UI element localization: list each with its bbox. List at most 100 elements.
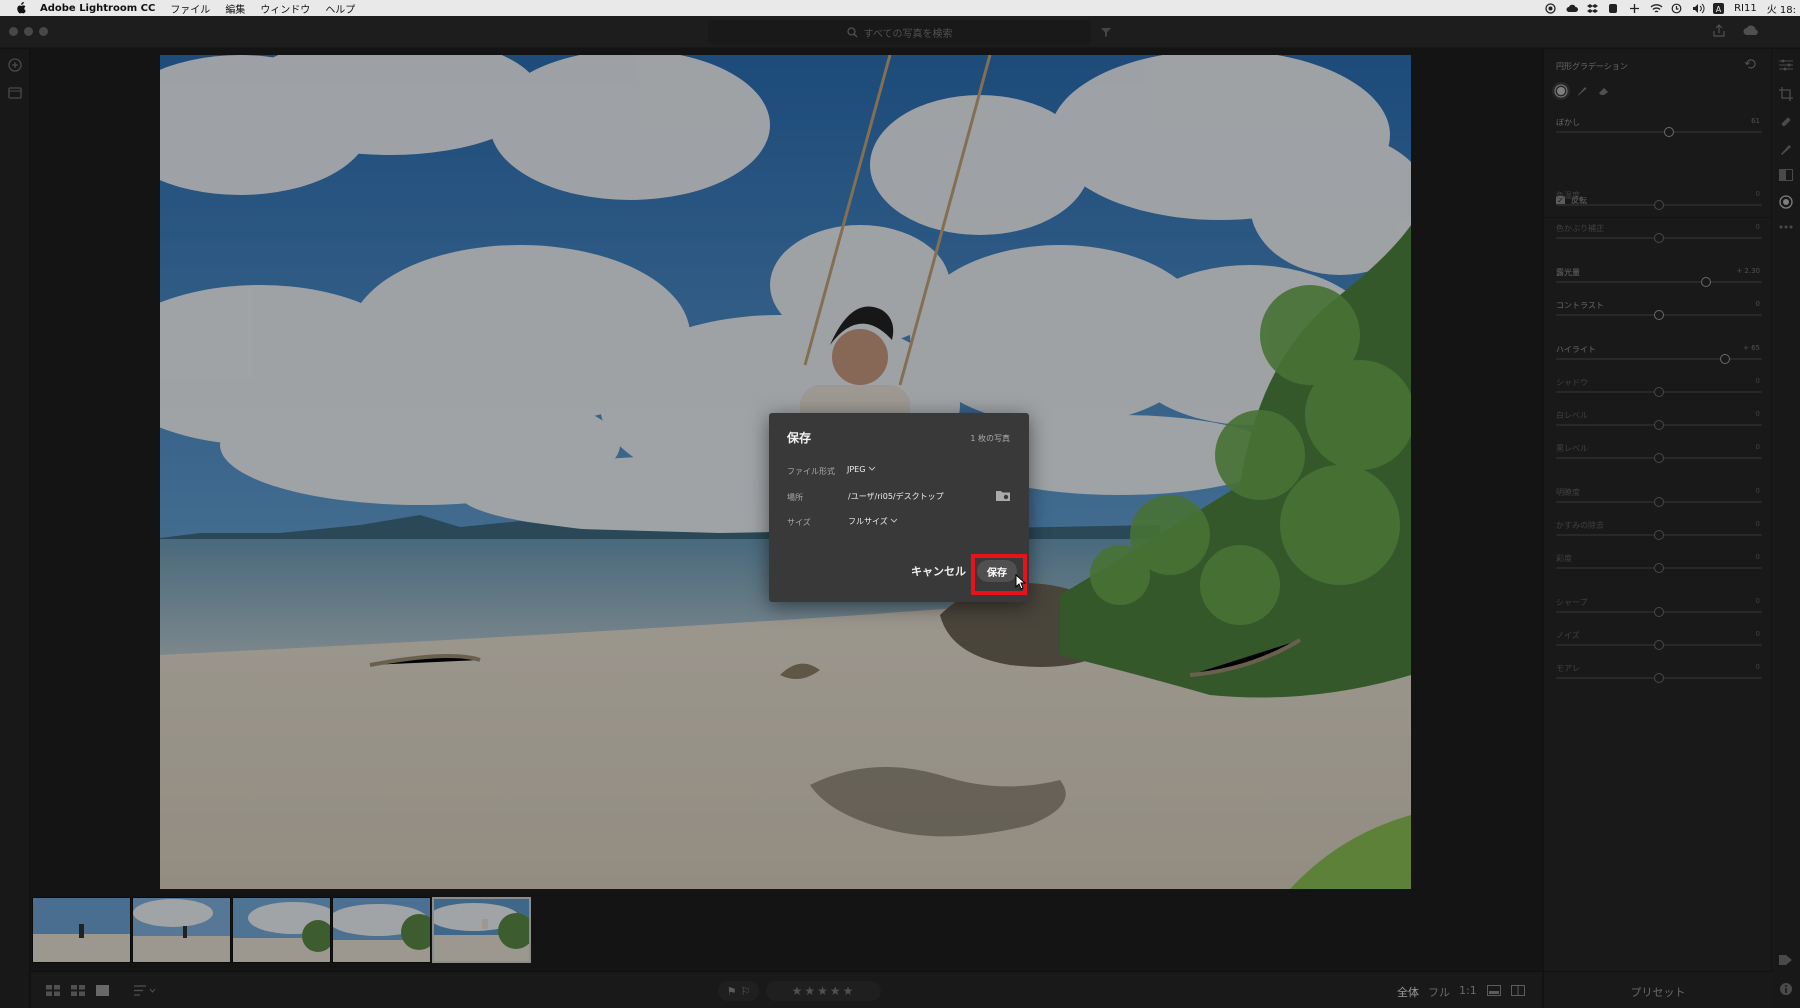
search-input[interactable]: すべての写真を検索 xyxy=(708,20,1091,44)
tag-icon[interactable] xyxy=(1779,954,1793,966)
slider-track[interactable] xyxy=(1556,233,1762,243)
slider-sharpen[interactable]: シャープ 0 xyxy=(1556,597,1762,625)
format-dropdown[interactable]: JPEG xyxy=(847,465,876,474)
filmstrip-thumb-5[interactable] xyxy=(432,897,531,963)
slider-knob[interactable] xyxy=(1654,497,1664,507)
radial-tool-button[interactable] xyxy=(1552,82,1570,100)
record-icon[interactable] xyxy=(1545,2,1556,14)
menu-help[interactable]: ヘルプ xyxy=(325,1,355,16)
slider-track[interactable] xyxy=(1556,277,1762,287)
slider-track[interactable] xyxy=(1556,453,1762,463)
menubar-clock[interactable]: 火 18: xyxy=(1767,1,1796,16)
dropbox-icon[interactable] xyxy=(1587,3,1599,14)
slider-knob[interactable] xyxy=(1654,640,1664,650)
filmstrip-toggle-icon[interactable] xyxy=(1487,985,1501,996)
slider-knob[interactable] xyxy=(1719,354,1730,364)
slider-knob[interactable] xyxy=(1654,233,1664,243)
add-photo-icon[interactable] xyxy=(8,58,22,72)
eraser-tool-button[interactable] xyxy=(1595,82,1613,100)
slider-track[interactable] xyxy=(1556,497,1762,507)
detail-view-icon[interactable] xyxy=(96,985,109,996)
slider-highlights[interactable]: ハイライト + 65 xyxy=(1556,344,1762,372)
slider-knob[interactable] xyxy=(1654,387,1664,397)
slider-knob[interactable] xyxy=(1654,563,1664,573)
filmstrip-thumb-2[interactable] xyxy=(132,897,231,963)
folder-icon[interactable] xyxy=(996,490,1010,501)
minimize-window-button[interactable] xyxy=(24,27,33,36)
linear-gradient-icon[interactable] xyxy=(1779,169,1793,181)
sort-icon[interactable] xyxy=(134,985,156,996)
view-fill-button[interactable]: フル xyxy=(1428,984,1450,1000)
slider-blacks[interactable]: 黒レベル 0 xyxy=(1556,443,1762,471)
slider-track[interactable] xyxy=(1556,420,1762,430)
slider-knob[interactable] xyxy=(1654,530,1664,540)
reset-icon[interactable] xyxy=(1745,59,1757,69)
slider-noise[interactable]: ノイズ 0 xyxy=(1556,630,1762,658)
slider-dehaze[interactable]: かすみの除去 0 xyxy=(1556,520,1762,548)
preset-label[interactable]: プリセット xyxy=(1544,984,1772,1000)
filmstrip-thumb-4[interactable] xyxy=(332,897,431,963)
edit-sliders-icon[interactable] xyxy=(1779,59,1793,71)
more-options-icon[interactable] xyxy=(1779,225,1793,229)
slider-track[interactable] xyxy=(1556,607,1762,617)
menu-window[interactable]: ウィンドウ xyxy=(260,1,310,16)
slider-track[interactable] xyxy=(1556,387,1762,397)
slider-knob[interactable] xyxy=(1654,607,1664,617)
radial-filter-icon[interactable] xyxy=(1779,195,1793,209)
star-rating[interactable]: ★★★★★ xyxy=(766,981,881,1001)
slider-knob[interactable] xyxy=(1701,277,1712,287)
compare-icon[interactable] xyxy=(1511,985,1525,996)
slider-track[interactable] xyxy=(1556,673,1762,683)
cancel-button[interactable]: キャンセル xyxy=(911,563,966,579)
menu-app-name[interactable]: Adobe Lightroom CC xyxy=(40,3,155,14)
crop-icon[interactable] xyxy=(1779,87,1793,101)
menu-edit[interactable]: 編集 xyxy=(225,1,245,16)
slider-feather[interactable]: ぼかし 61 xyxy=(1556,117,1762,145)
slider-knob[interactable] xyxy=(1654,453,1664,463)
slider-clarity[interactable]: 明瞭度 0 xyxy=(1556,487,1762,515)
slider-track[interactable] xyxy=(1556,127,1762,137)
volume-icon[interactable] xyxy=(1692,3,1705,14)
menubar-user[interactable]: RI11 xyxy=(1734,3,1757,14)
preset-bar[interactable]: プリセット xyxy=(1544,971,1772,1008)
slider-knob[interactable] xyxy=(1654,200,1664,210)
library-icon[interactable] xyxy=(8,87,22,99)
square-grid-icon[interactable] xyxy=(46,985,60,996)
evernote-icon[interactable] xyxy=(1608,3,1619,14)
slider-exposure[interactable]: 露光量 + 2.30 xyxy=(1556,267,1762,295)
menu-file[interactable]: ファイル xyxy=(170,1,210,16)
zoom-window-button[interactable] xyxy=(39,27,48,36)
slider-track[interactable] xyxy=(1556,354,1762,364)
brush-panel-icon[interactable] xyxy=(1779,142,1793,156)
slider-knob[interactable] xyxy=(1654,673,1664,683)
slider-track[interactable] xyxy=(1556,563,1762,573)
filmstrip-thumb-3[interactable] xyxy=(232,897,331,963)
view-fit-button[interactable]: 全体 xyxy=(1397,984,1419,1000)
slider-whites[interactable]: 白レベル 0 xyxy=(1556,410,1762,438)
time-machine-icon[interactable] xyxy=(1671,3,1682,14)
slider-knob[interactable] xyxy=(1654,310,1664,320)
healing-brush-icon[interactable] xyxy=(1779,115,1793,129)
slider-saturation[interactable]: 彩度 0 xyxy=(1556,553,1762,581)
close-window-button[interactable] xyxy=(9,27,18,36)
cloud-sync-icon[interactable] xyxy=(1743,25,1759,36)
input-source-icon[interactable]: A xyxy=(1713,2,1725,14)
network-icon[interactable] xyxy=(1629,3,1640,14)
flag-pick-button[interactable]: ⚑ ⚐ xyxy=(718,981,759,1001)
slider-track[interactable] xyxy=(1556,310,1762,320)
creative-cloud-icon[interactable] xyxy=(1566,3,1579,14)
slider-moire[interactable]: モアレ 0 xyxy=(1556,663,1762,691)
size-dropdown[interactable]: フルサイズ xyxy=(848,516,898,527)
slider-track[interactable] xyxy=(1556,530,1762,540)
filter-icon[interactable] xyxy=(1101,27,1111,37)
slider-tint[interactable]: 色かぶり補正 0 xyxy=(1556,223,1762,251)
slider-shadows[interactable]: シャドウ 0 xyxy=(1556,377,1762,405)
slider-track[interactable] xyxy=(1556,200,1762,210)
share-icon[interactable] xyxy=(1713,24,1725,37)
slider-track[interactable] xyxy=(1556,640,1762,650)
brush-tool-button[interactable] xyxy=(1573,82,1591,100)
view-1to1-button[interactable]: 1:1 xyxy=(1459,984,1477,997)
wifi-icon[interactable] xyxy=(1650,3,1663,14)
photo-grid-icon[interactable] xyxy=(71,985,85,996)
filmstrip-thumb-1[interactable] xyxy=(32,897,131,963)
